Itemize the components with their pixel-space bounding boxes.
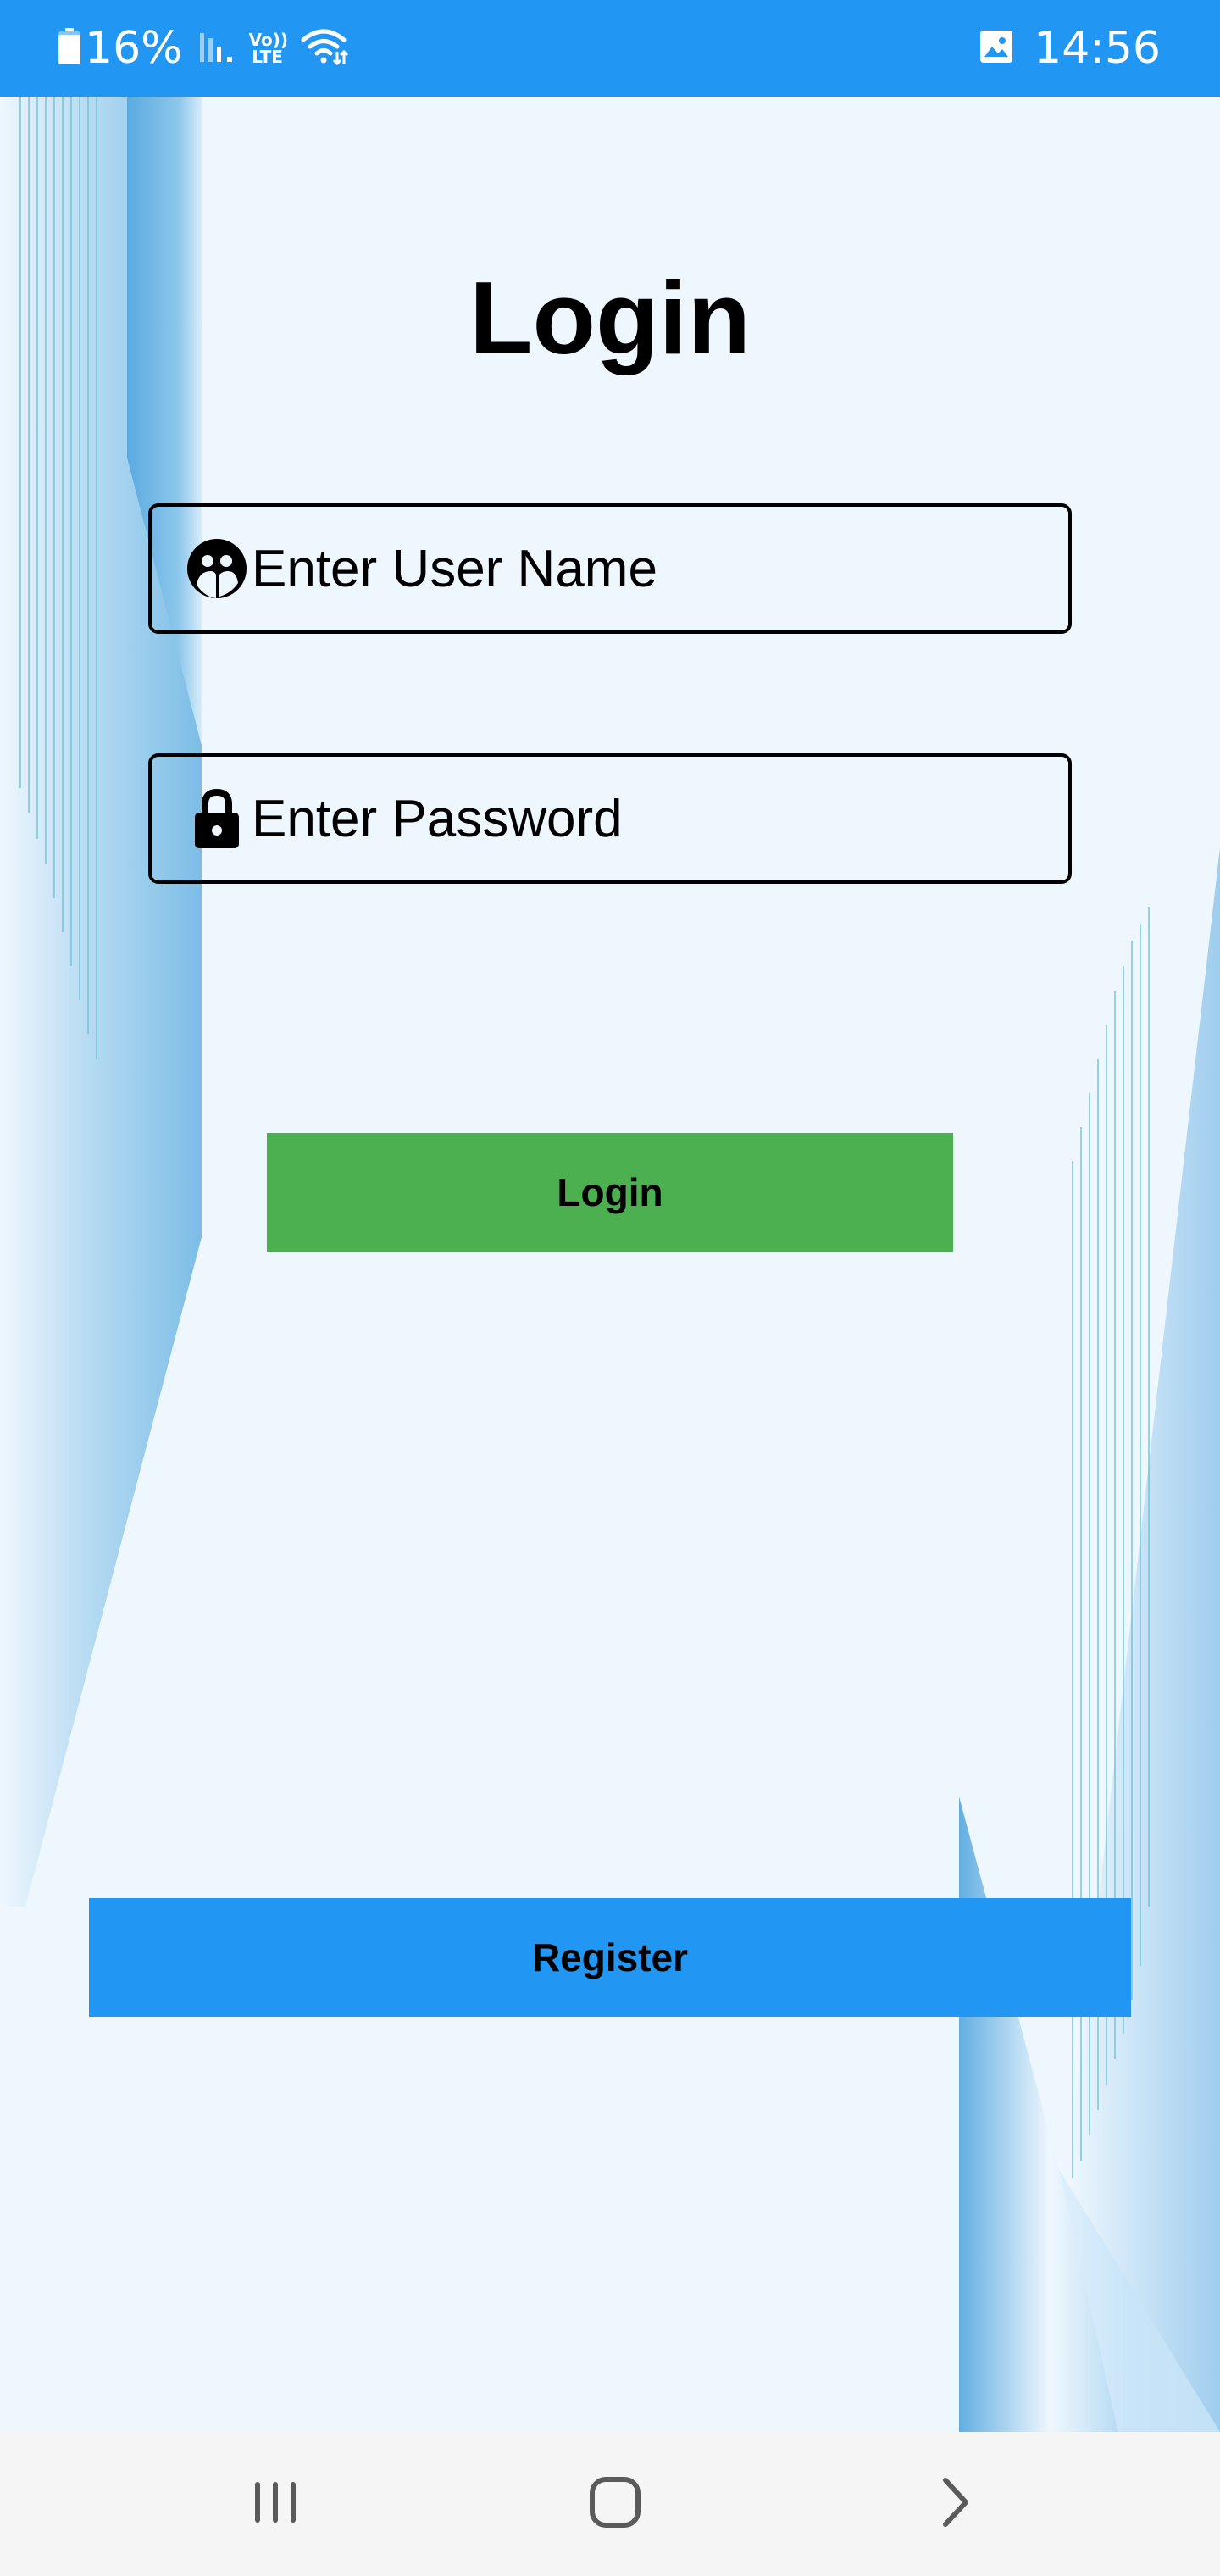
gallery-icon [979, 30, 1013, 67]
navigation-bar [0, 2432, 1220, 2576]
home-button[interactable] [530, 2432, 700, 2576]
battery-percent: 16% [85, 23, 183, 74]
battery-icon [58, 28, 81, 69]
signal-icon [199, 30, 237, 67]
register-button[interactable]: Register [89, 1898, 1131, 2017]
volte-top-label: Vo)) [248, 30, 288, 50]
login-button[interactable]: Login [267, 1133, 953, 1252]
background-decoration [0, 97, 1220, 2432]
volte-icon: Vo)) LTE [248, 30, 288, 67]
recents-icon [250, 2479, 301, 2530]
password-field[interactable] [148, 753, 1072, 884]
volte-bottom-label: LTE [252, 47, 283, 67]
username-input[interactable] [252, 526, 1068, 611]
home-icon [588, 2475, 642, 2534]
status-bar: 16% Vo)) LTE 14:56 [0, 0, 1220, 97]
page-title: Login [469, 260, 751, 375]
wifi-icon [300, 28, 351, 69]
lock-icon [186, 787, 248, 850]
status-right: 14:56 [979, 23, 1161, 74]
recents-button[interactable] [191, 2432, 360, 2576]
clock-time: 14:56 [1034, 23, 1161, 74]
user-circle-icon [186, 537, 248, 600]
username-field[interactable] [148, 503, 1072, 634]
password-input[interactable] [252, 776, 1068, 861]
status-left: 16% Vo)) LTE [58, 23, 351, 74]
back-icon [939, 2475, 973, 2534]
back-button[interactable] [871, 2432, 1040, 2576]
